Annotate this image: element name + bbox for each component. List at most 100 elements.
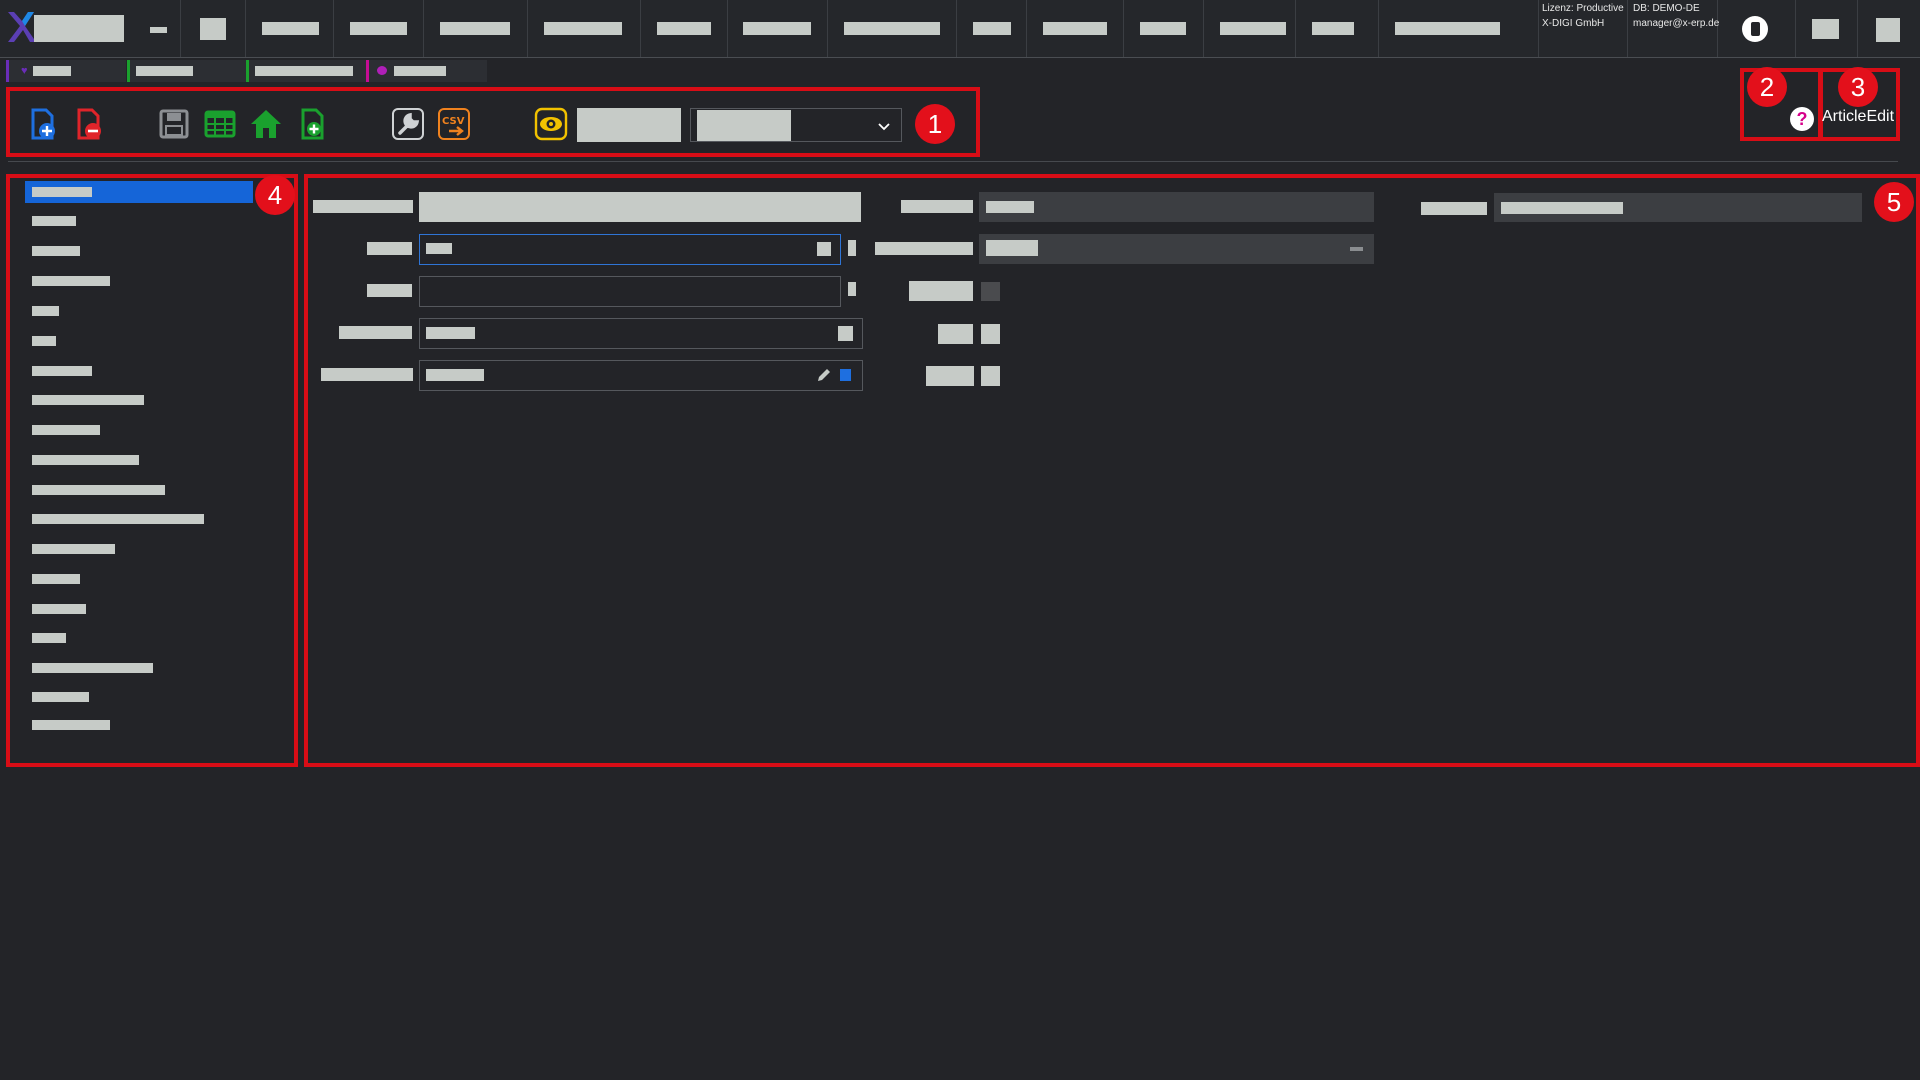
svg-text:CSV: CSV: [442, 116, 465, 127]
field-flag[interactable]: [848, 240, 856, 256]
menu-item-9[interactable]: [827, 0, 957, 57]
annotation-marker-3: 3: [1838, 67, 1878, 107]
eye-icon: [377, 66, 387, 75]
new-record-icon[interactable]: [25, 107, 59, 141]
sidebar-item[interactable]: [25, 450, 253, 470]
mobile-device-button[interactable]: [1718, 0, 1796, 57]
sidebar-item[interactable]: [25, 715, 253, 735]
field-label: [313, 200, 413, 213]
readonly-field: [979, 192, 1374, 222]
sidebar-item[interactable]: [25, 658, 253, 678]
field-label: [938, 324, 973, 344]
view-eye-icon[interactable]: [534, 107, 568, 141]
sidebar-item[interactable]: [25, 361, 253, 381]
add-document-icon[interactable]: [295, 107, 329, 141]
text-field[interactable]: [419, 276, 841, 307]
db-info: DB: DEMO-DE manager@x-erp.de: [1628, 0, 1719, 57]
delete-record-icon[interactable]: [71, 107, 105, 141]
menu-item-5[interactable]: [423, 0, 528, 57]
form-name-label: ArticleEdit: [1822, 108, 1895, 125]
field-label: [339, 326, 412, 339]
menu-item-3[interactable]: [245, 0, 334, 57]
sidebar-item[interactable]: [25, 331, 253, 351]
annotation-marker-2: 2: [1747, 67, 1787, 107]
sidebar-item[interactable]: [25, 480, 253, 500]
menu-item-12[interactable]: [1123, 0, 1204, 57]
csv-export-icon[interactable]: CSV: [437, 107, 471, 141]
field-label: [926, 366, 974, 386]
sidebar-item[interactable]: [25, 687, 253, 707]
sidebar-item[interactable]: [25, 301, 253, 321]
logo-x-icon: [6, 10, 36, 44]
license-text: Lizenz: Productive: [1542, 3, 1624, 14]
annotation-marker-5: 5: [1874, 182, 1914, 222]
checkbox[interactable]: [981, 324, 1000, 344]
annotation-box-4: [6, 174, 298, 767]
topbar-button-a[interactable]: [1796, 0, 1858, 57]
sidebar-item[interactable]: [25, 539, 253, 559]
field-label: [321, 368, 413, 381]
mobile-device-icon: [1742, 16, 1768, 42]
menu-item-7[interactable]: [640, 0, 728, 57]
open-tab-3[interactable]: [246, 60, 367, 82]
view-name-field[interactable]: [577, 108, 681, 142]
menu-item-15[interactable]: [1378, 0, 1539, 57]
sidebar-item[interactable]: [25, 628, 253, 648]
select-field[interactable]: [419, 318, 863, 349]
edit-field[interactable]: [419, 360, 863, 391]
readonly-select-field[interactable]: [979, 234, 1374, 264]
menu-item-10[interactable]: [956, 0, 1027, 57]
sidebar-item[interactable]: [25, 390, 253, 410]
db-text: DB: DEMO-DE: [1633, 3, 1700, 14]
number-field[interactable]: [419, 234, 841, 265]
field-label: [901, 200, 973, 213]
open-tab-2[interactable]: [127, 60, 247, 82]
app-logo[interactable]: [6, 10, 126, 44]
minus-icon[interactable]: [1350, 247, 1363, 251]
open-tab-1[interactable]: ♥: [6, 60, 126, 82]
sidebar-item[interactable]: [25, 509, 253, 529]
topbar-button-b[interactable]: [1858, 0, 1920, 57]
save-icon[interactable]: [157, 107, 191, 141]
license-info: Lizenz: Productive X-DIGI GmbH: [1538, 0, 1628, 57]
annotation-marker-4: 4: [255, 175, 295, 215]
help-icon[interactable]: ?: [1790, 107, 1814, 131]
sidebar-item[interactable]: [25, 599, 253, 619]
field-dropdown-button[interactable]: [838, 326, 853, 341]
sidebar-item[interactable]: [25, 271, 253, 291]
field-label: [875, 242, 973, 255]
sidebar-item[interactable]: [25, 241, 253, 261]
color-swatch[interactable]: [840, 369, 851, 381]
sidebar-item[interactable]: [25, 569, 253, 589]
open-tab-4[interactable]: [366, 60, 487, 82]
table-view-icon[interactable]: [203, 107, 237, 141]
chevron-down-icon[interactable]: [874, 116, 894, 136]
menu-item-4[interactable]: [333, 0, 424, 57]
menu-item-11[interactable]: [1026, 0, 1124, 57]
home-icon[interactable]: [249, 107, 283, 141]
menu-item-6[interactable]: [527, 0, 641, 57]
readonly-field: [1494, 193, 1862, 222]
menu-item-14[interactable]: [1295, 0, 1379, 57]
checkbox[interactable]: [981, 366, 1000, 386]
field-label: [367, 242, 412, 255]
checkbox[interactable]: [981, 282, 1000, 301]
field-lookup-button[interactable]: [817, 242, 831, 256]
menu-item-8[interactable]: [727, 0, 828, 57]
annotation-marker-1: 1: [915, 104, 955, 144]
sidebar-item[interactable]: [25, 420, 253, 440]
description-field[interactable]: [419, 192, 861, 222]
settings-wrench-icon[interactable]: [391, 107, 425, 141]
sidebar-item[interactable]: [25, 181, 253, 203]
menu-item-2[interactable]: [180, 0, 246, 57]
field-label: [909, 281, 973, 301]
field-label: [1421, 202, 1487, 215]
pencil-icon[interactable]: [815, 366, 833, 384]
field-label: [367, 284, 412, 297]
menu-item-13[interactable]: [1203, 0, 1296, 57]
sidebar-item[interactable]: [25, 211, 253, 231]
field-flag[interactable]: [848, 282, 856, 296]
view-select[interactable]: [690, 108, 902, 142]
top-menu-bar: Lizenz: Productive X-DIGI GmbH DB: DEMO-…: [0, 0, 1920, 58]
menu-item-1[interactable]: [140, 0, 181, 57]
